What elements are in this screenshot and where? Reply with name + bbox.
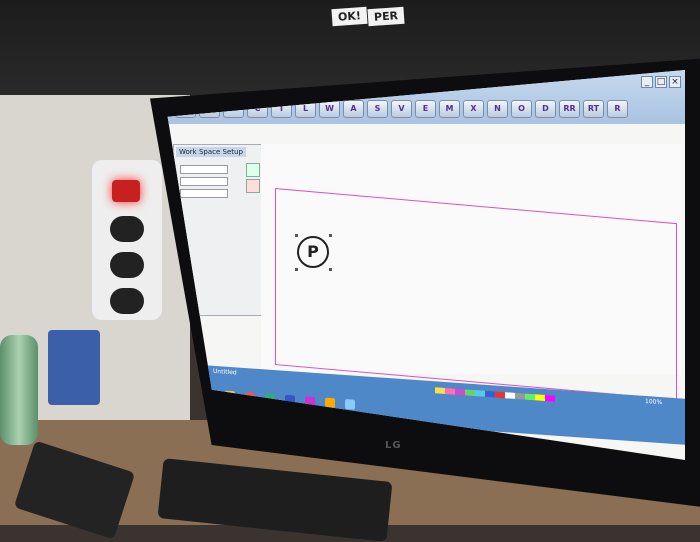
- photo-scene: OK! PER LG _ □ × P R B C T L W A S: [0, 0, 700, 542]
- palette-swatch[interactable]: [545, 394, 555, 402]
- color-palette: [435, 387, 555, 402]
- toolbar-button[interactable]: S: [367, 100, 388, 118]
- palette-swatch[interactable]: [455, 388, 465, 396]
- toolbar-button[interactable]: O: [511, 100, 532, 118]
- shelf-label-ok: OK!: [331, 6, 368, 27]
- palette-swatch[interactable]: [485, 390, 495, 398]
- socket: [110, 252, 144, 278]
- panel-title: Work Space Setup: [176, 147, 246, 157]
- app-icon[interactable]: [345, 399, 355, 410]
- selection-handle[interactable]: [329, 268, 332, 271]
- panel-field[interactable]: [180, 165, 228, 174]
- status-text-right: 100%: [645, 397, 663, 407]
- panel-field[interactable]: [180, 177, 228, 186]
- workspace-boundary: [275, 188, 677, 401]
- toolbar-button[interactable]: X: [463, 100, 484, 118]
- maximize-button[interactable]: □: [655, 76, 667, 88]
- palette-swatch[interactable]: [535, 394, 545, 401]
- app-icon[interactable]: [325, 397, 335, 409]
- close-button[interactable]: ×: [669, 76, 681, 88]
- selection-handle[interactable]: [295, 234, 298, 237]
- palette-swatch[interactable]: [475, 390, 485, 397]
- toolbar-button[interactable]: E: [415, 100, 436, 118]
- monitor-brand: LG: [385, 440, 402, 451]
- shelf-label-per: PER: [367, 6, 405, 27]
- toolbar-button[interactable]: M: [439, 100, 460, 118]
- panel-cancel-icon[interactable]: [246, 179, 260, 193]
- palette-swatch[interactable]: [465, 389, 475, 397]
- toolbar-button[interactable]: R: [607, 100, 628, 118]
- palette-swatch[interactable]: [505, 392, 515, 399]
- toolbar-button[interactable]: D: [535, 100, 556, 118]
- power-strip: [92, 160, 162, 320]
- toolbar-button[interactable]: RR: [559, 100, 580, 118]
- status-text-left: Untitled: [213, 367, 237, 377]
- minimize-button[interactable]: _: [641, 76, 653, 88]
- toolbar-button[interactable]: RT: [583, 100, 604, 118]
- socket: [110, 216, 144, 242]
- palette-swatch[interactable]: [515, 392, 525, 400]
- canvas-symbol[interactable]: P: [297, 236, 329, 268]
- pen-cup: [48, 330, 100, 405]
- selection-handle[interactable]: [329, 234, 332, 237]
- socket: [110, 288, 144, 314]
- panel-field[interactable]: [180, 189, 228, 198]
- toolbar-button[interactable]: N: [487, 100, 508, 118]
- power-switch-light: [112, 180, 140, 202]
- selection-handle[interactable]: [295, 268, 298, 271]
- palette-swatch[interactable]: [435, 387, 445, 394]
- palette-swatch[interactable]: [445, 388, 455, 395]
- palette-swatch[interactable]: [525, 393, 535, 401]
- toolbar-button[interactable]: A: [343, 100, 364, 118]
- water-bottle: [0, 335, 38, 445]
- toolbar-button[interactable]: V: [391, 100, 412, 118]
- panel-ok-icon[interactable]: [246, 163, 260, 177]
- palette-swatch[interactable]: [495, 391, 505, 399]
